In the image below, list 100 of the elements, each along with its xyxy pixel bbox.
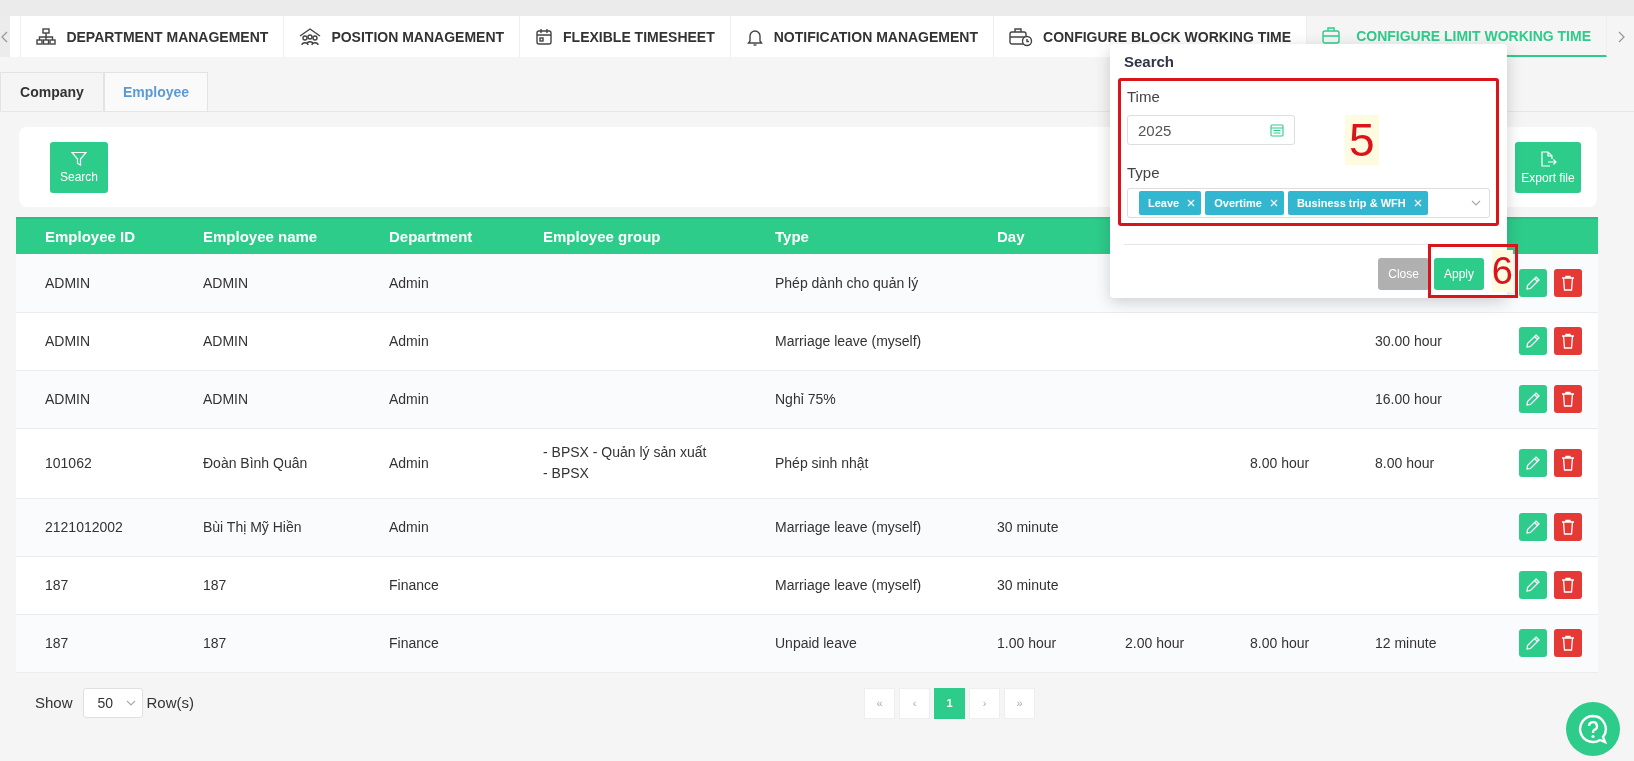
table-cell: 101062 [16,428,187,498]
table-cell: ADMIN [187,312,373,370]
table-cell: Finance [373,556,527,614]
table-cell: ADMIN [16,312,187,370]
trash-icon [1561,519,1575,535]
chevron-right-icon [1616,30,1625,43]
table-cell: ADMIN [187,370,373,428]
type-tag[interactable]: Business trip & WFH [1287,191,1428,215]
type-tag[interactable]: Leave [1139,191,1202,215]
table-cell: 30.00 hour [1359,312,1494,370]
pencil-icon [1525,519,1541,535]
apply-button[interactable]: Apply [1433,258,1484,290]
pencil-icon [1525,333,1541,349]
edit-button[interactable] [1519,268,1547,297]
type-tag[interactable]: Overtime [1205,191,1284,215]
table-cell: Unpaid leave [759,614,981,672]
help-button[interactable] [1566,702,1620,756]
column-header: Day [981,218,1109,254]
delete-button[interactable] [1554,629,1582,657]
table-cell: 8.00 hour [1359,428,1494,498]
table-cell: Đoàn Bình Quân [187,428,373,498]
delete-button[interactable] [1554,268,1582,297]
table-cell: ADMIN [187,254,373,312]
pencil-icon [1525,455,1541,471]
table-cell: 2.00 hour [1109,614,1234,672]
last-page-button[interactable]: » [1004,687,1035,719]
table-cell: Admin [373,312,527,370]
table-cell: Admin [373,254,527,312]
pencil-icon [1525,391,1541,407]
trash-icon [1561,391,1575,407]
first-page-button[interactable]: « [864,687,895,719]
delete-button[interactable] [1554,513,1582,541]
delete-button[interactable] [1554,571,1582,599]
column-header: Type [759,218,981,254]
pencil-icon [1525,274,1541,291]
calendar-icon [1270,123,1284,137]
table-cell: ADMIN [16,254,187,312]
annotation-number: 5 [1345,115,1379,165]
sub-tab[interactable]: Employee [104,72,208,111]
table-cell: 16.00 hour [1359,370,1494,428]
table-cell: 30 minute [981,556,1109,614]
chevron-left-icon [1,30,10,43]
table-cell: - BPSX - Quản lý sản xuất - BPSX [527,428,759,498]
table-cell: Finance [373,614,527,672]
edit-button[interactable] [1519,629,1547,657]
table-cell: 8.00 hour [1234,428,1359,498]
column-header: Employee name [187,218,373,254]
field-label: Time [1127,86,1161,107]
people-house-icon [299,27,322,46]
next-page-button[interactable]: › [969,687,1000,719]
pencil-icon [1525,577,1541,593]
close-button[interactable]: Close [1378,258,1429,290]
annotation-number: 6 [1491,250,1513,292]
table-cell: Bùi Thị Mỹ Hiền [187,498,373,556]
table-cell: 2121012002 [16,498,187,556]
bell-icon [745,27,764,46]
edit-button[interactable] [1519,571,1547,599]
sub-tab[interactable]: Company [0,72,104,111]
table-cell: Marriage leave (myself) [759,498,981,556]
column-header: Employee ID [16,218,187,254]
trash-icon [1561,274,1575,291]
filter-icon [71,150,87,167]
date-field[interactable]: 2025 [1127,115,1295,145]
previous-page-button[interactable]: ‹ [899,687,930,719]
table-cell: Phép dành cho quản lý [759,254,981,312]
delete-button[interactable] [1554,327,1582,355]
show-label: Show [35,694,73,711]
hierarchy-icon [36,27,57,46]
export-button[interactable]: Export file [1515,141,1581,193]
caret-icon [1471,200,1481,206]
edit-button[interactable] [1519,327,1547,355]
date-value: 2025 [1138,121,1172,139]
edit-button[interactable] [1519,513,1547,541]
table-cell: 187 [16,556,187,614]
caret-icon [125,699,136,706]
table-cell: 8.00 hour [1234,614,1359,672]
remove-icon [1269,199,1278,207]
table-cell: Marriage leave (myself) [759,556,981,614]
page-size-select[interactable]: 50 [82,687,143,718]
table-cell: Admin [373,428,527,498]
table-cell: ADMIN [16,370,187,428]
edit-button[interactable] [1519,385,1547,413]
delete-button[interactable] [1554,385,1582,413]
table-cell: Admin [373,498,527,556]
trash-icon [1561,333,1575,349]
page-size-value: 50 [97,694,114,711]
trash-icon [1561,455,1575,471]
table-cell: 187 [187,556,373,614]
field-label: Type [1127,162,1161,183]
search-button[interactable]: Search [50,141,108,193]
edit-button[interactable] [1519,449,1547,477]
table-cell: Phép sinh nhật [759,428,981,498]
page-button[interactable]: 1 [934,687,965,719]
delete-button[interactable] [1554,449,1582,477]
file-export-icon [1539,149,1557,168]
table-cell: 187 [187,614,373,672]
column-header: Department [373,218,527,254]
calendar-icon [535,27,554,46]
type-select[interactable]: Leave Overtime Business trip & WFH [1127,188,1490,218]
column-header: Employee group [527,218,759,254]
